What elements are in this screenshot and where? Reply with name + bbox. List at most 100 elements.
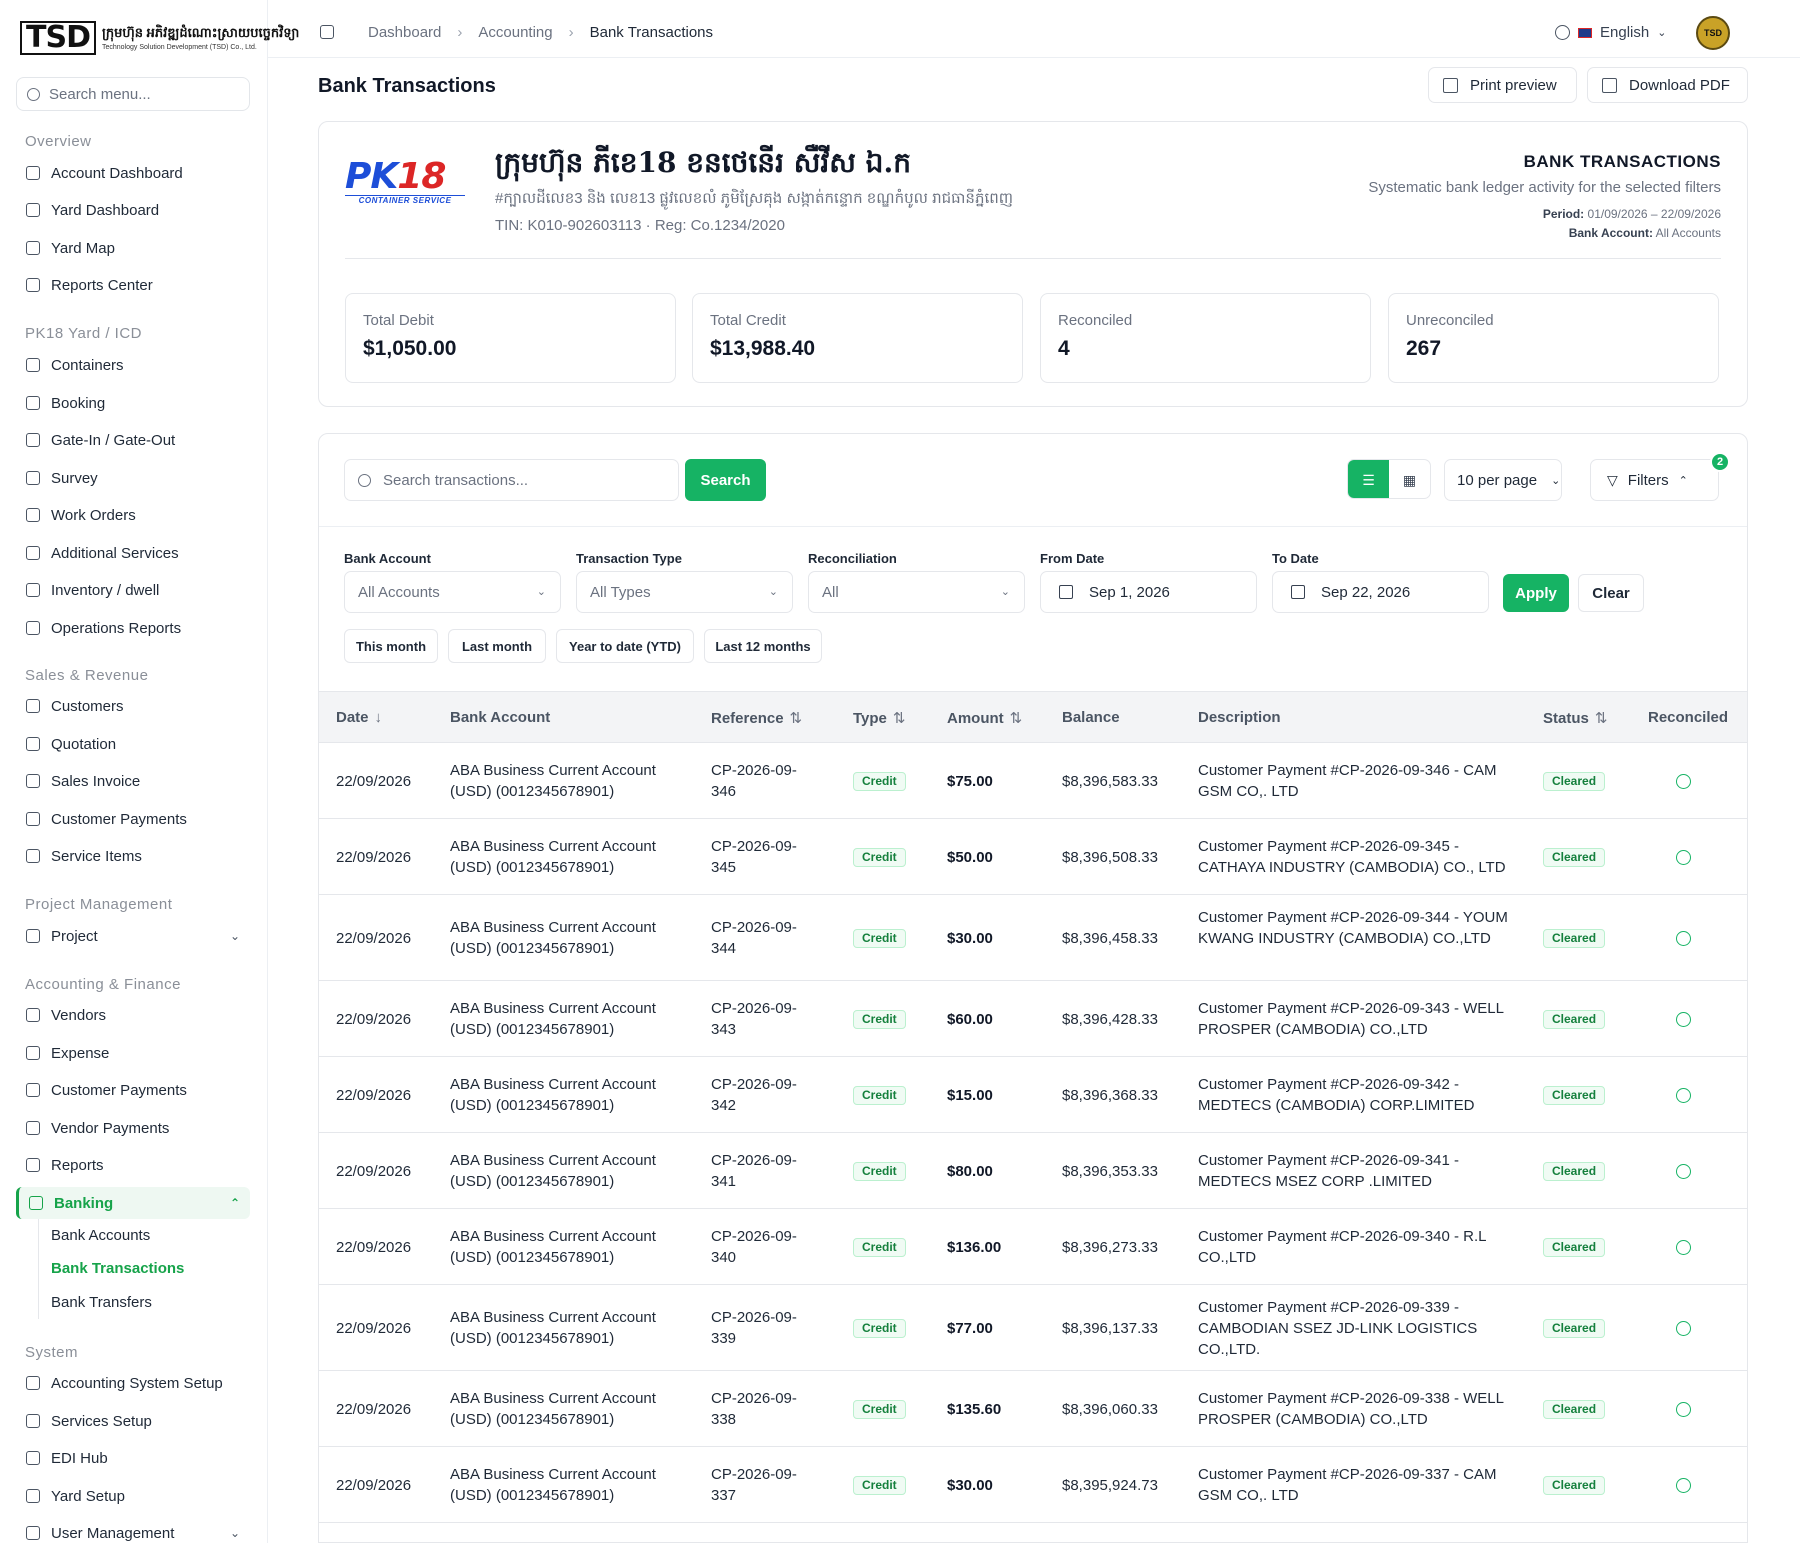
nav-vendors[interactable]: Vendors — [16, 999, 250, 1031]
company-logo[interactable]: TSD ក្រុមហ៊ុន អភិវឌ្ឍដំណោះស្រាយបច្ចេកវិទ… — [20, 20, 299, 56]
filters-button[interactable]: ▽ Filters ⌃ — [1590, 459, 1719, 501]
apply-filters-button[interactable]: Apply — [1503, 574, 1569, 612]
preset-ytd[interactable]: Year to date (YTD) — [556, 629, 694, 663]
reconcile-toggle-icon[interactable] — [1676, 1320, 1691, 1336]
cell-reference: CP-2026-09-339 — [711, 1309, 797, 1347]
print-preview-button[interactable]: Print preview — [1428, 67, 1577, 103]
download-pdf-button[interactable]: Download PDF — [1587, 67, 1748, 103]
nav-service-items[interactable]: Service Items — [16, 840, 250, 872]
cell-reference: CP-2026-09-343 — [711, 1000, 797, 1038]
bank-account-select[interactable]: All Accounts ⌄ — [344, 571, 561, 613]
reconcile-toggle-icon[interactable] — [1676, 849, 1691, 865]
reconcile-toggle-icon[interactable] — [1676, 1011, 1691, 1027]
nav-yard-setup[interactable]: Yard Setup — [16, 1480, 250, 1512]
nav-account-dashboard[interactable]: Account Dashboard — [16, 157, 250, 189]
reconcile-toggle-icon[interactable] — [1676, 930, 1691, 946]
nav-accounting-system-setup[interactable]: Accounting System Setup — [16, 1367, 250, 1399]
menu-search-input[interactable]: Search menu... — [16, 77, 250, 111]
nav-user-management[interactable]: User Management ⌄ — [16, 1517, 250, 1543]
status-badge: Cleared — [1543, 1085, 1606, 1105]
nav-reports[interactable]: Reports — [16, 1149, 250, 1181]
col-amount[interactable]: Amount ⇅ — [947, 709, 1022, 727]
col-type[interactable]: Type ⇅ — [853, 709, 905, 727]
kpi-label: Unreconciled — [1406, 312, 1494, 329]
bank-icon — [29, 1196, 43, 1210]
nav-booking[interactable]: Booking — [16, 387, 250, 419]
table-row[interactable]: 22/09/2026 ABA Business Current Account … — [319, 1133, 1747, 1209]
table-row[interactable]: 22/09/2026 ABA Business Current Account … — [319, 1447, 1747, 1523]
kpi-total-debit: Total Debit $1,050.00 — [345, 293, 676, 383]
nav-label: EDI Hub — [51, 1449, 108, 1467]
nav-additional-services[interactable]: Additional Services — [16, 537, 250, 569]
bank-account-value: All Accounts — [1655, 226, 1721, 240]
nav-yard-dashboard[interactable]: Yard Dashboard — [16, 194, 250, 226]
nav-containers[interactable]: Containers — [16, 349, 250, 381]
preset-this-month[interactable]: This month — [344, 629, 438, 663]
table-row[interactable]: 22/09/2026 ABA Business Current Account … — [319, 1371, 1747, 1447]
nav-bank-transfers[interactable]: Bank Transfers — [51, 1294, 152, 1311]
nav-expense[interactable]: Expense — [16, 1037, 250, 1069]
cell-balance: $8,396,583.33 — [1062, 772, 1158, 790]
table-row[interactable]: 22/09/2026 ABA Business Current Account … — [319, 895, 1747, 981]
table-row[interactable]: 22/09/2026 ABA Business Current Account … — [319, 981, 1747, 1057]
preset-last-12-months[interactable]: Last 12 months — [704, 629, 822, 663]
preset-last-month[interactable]: Last month — [448, 629, 546, 663]
toggle-sidebar-icon[interactable] — [320, 25, 334, 39]
reconcile-toggle-icon[interactable] — [1676, 1477, 1691, 1493]
sort-icon: ⇅ — [789, 710, 803, 727]
table-row[interactable]: 22/09/2026 ABA Business Current Account … — [319, 819, 1747, 895]
nav-operations-reports[interactable]: Operations Reports — [16, 612, 250, 644]
logo-mark: TSD — [20, 21, 96, 55]
reconcile-toggle-icon[interactable] — [1676, 1087, 1691, 1103]
nav-sales-invoice[interactable]: Sales Invoice — [16, 765, 250, 797]
nav-label: Customer Payments — [51, 1081, 187, 1099]
user-avatar[interactable]: TSD — [1696, 16, 1730, 50]
list-view-icon[interactable]: ☰ — [1348, 460, 1389, 498]
chevron-down-icon: ⌄ — [768, 586, 778, 598]
table-row[interactable]: 22/09/2026 ABA Business Current Account … — [319, 1209, 1747, 1285]
table-row[interactable]: 22/09/2026 ABA Business Current Account … — [319, 743, 1747, 819]
nav-customer-payments-sales[interactable]: Customer Payments — [16, 803, 250, 835]
grid-view-icon[interactable]: ▦ — [1389, 460, 1430, 498]
nav-reports-center[interactable]: Reports Center — [16, 269, 250, 301]
per-page-select[interactable]: 10 per page ⌄ — [1444, 459, 1562, 501]
table-row[interactable]: 22/09/2026 ABA Business Current Account … — [319, 1057, 1747, 1133]
col-reference[interactable]: Reference ⇅ — [711, 709, 802, 727]
to-date-input[interactable]: Sep 22, 2026 — [1272, 571, 1489, 613]
nav-services-setup[interactable]: Services Setup — [16, 1405, 250, 1437]
reconcile-toggle-icon[interactable] — [1676, 773, 1691, 789]
transaction-search-input[interactable]: Search transactions... — [344, 459, 679, 501]
col-status[interactable]: Status ⇅ — [1543, 709, 1607, 727]
nav-vendor-payments[interactable]: Vendor Payments — [16, 1112, 250, 1144]
from-date-input[interactable]: Sep 1, 2026 — [1040, 571, 1257, 613]
cell-reference: CP-2026-09-338 — [711, 1390, 797, 1428]
nav-customer-payments-acc[interactable]: Customer Payments — [16, 1074, 250, 1106]
bank-account-filter-label: Bank Account — [344, 551, 431, 566]
nav-banking[interactable]: Banking ⌃ — [16, 1187, 250, 1219]
transaction-type-select[interactable]: All Types ⌄ — [576, 571, 793, 613]
nav-bank-accounts[interactable]: Bank Accounts — [51, 1227, 150, 1244]
reconcile-toggle-icon[interactable] — [1676, 1401, 1691, 1417]
clear-filters-button[interactable]: Clear — [1578, 574, 1644, 612]
nav-inventory[interactable]: Inventory / dwell — [16, 574, 250, 606]
reconcile-toggle-icon[interactable] — [1676, 1163, 1691, 1179]
table-row[interactable]: 22/09/2026 ABA Business Current Account … — [319, 1285, 1747, 1371]
nav-work-orders[interactable]: Work Orders — [16, 499, 250, 531]
language-switcher[interactable]: English ⌄ — [1555, 24, 1666, 41]
nav-bank-transactions[interactable]: Bank Transactions — [51, 1260, 184, 1277]
cell-amount: $135.60 — [947, 1400, 1002, 1418]
search-button[interactable]: Search — [685, 459, 766, 501]
breadcrumb-accounting[interactable]: Accounting — [478, 24, 552, 41]
nav-gate[interactable]: Gate-In / Gate-Out — [16, 424, 250, 456]
nav-quotation[interactable]: Quotation — [16, 728, 250, 760]
breadcrumb-dashboard[interactable]: Dashboard — [368, 24, 441, 41]
nav-project[interactable]: Project ⌄ — [16, 920, 250, 952]
nav-edi-hub[interactable]: EDI Hub — [16, 1442, 250, 1474]
reconcile-toggle-icon[interactable] — [1676, 1239, 1691, 1255]
nav-survey[interactable]: Survey — [16, 462, 250, 494]
reconciliation-select[interactable]: All ⌄ — [808, 571, 1025, 613]
nav-yard-map[interactable]: Yard Map — [16, 232, 250, 264]
cell-amount: $60.00 — [947, 1010, 993, 1028]
nav-customers[interactable]: Customers — [16, 690, 250, 722]
col-date[interactable]: Date ↓ — [336, 709, 382, 726]
